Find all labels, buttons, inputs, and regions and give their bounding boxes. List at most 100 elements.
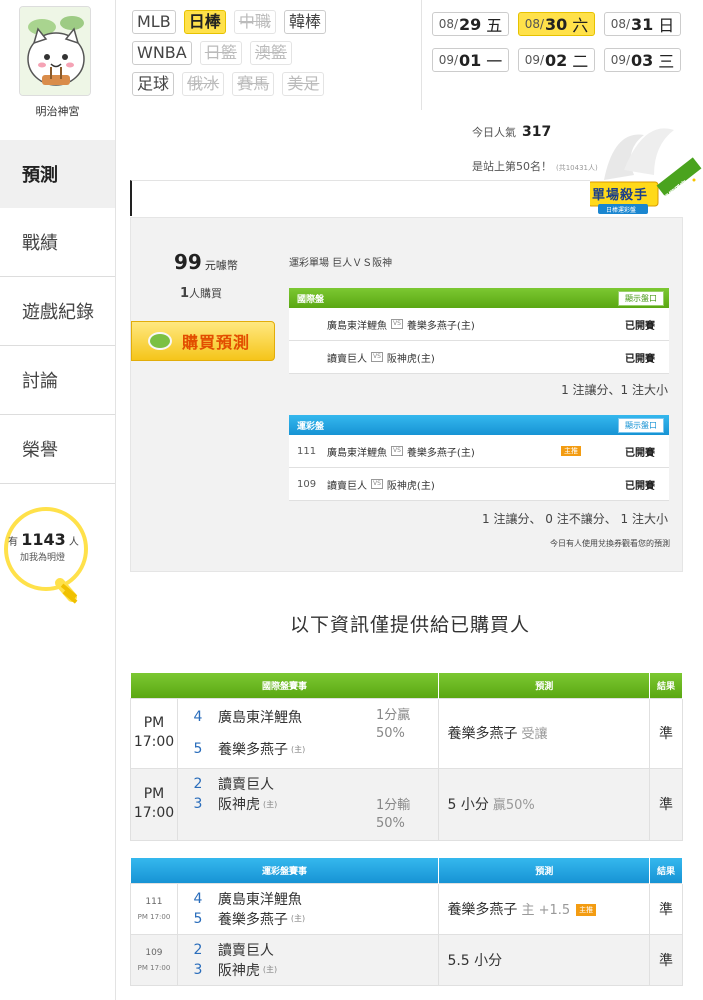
table-row: PM 17:00 4 廣島東洋鯉魚 5 養樂多燕子 (主) 1分贏 50% 養樂多燕子受… <box>130 697 683 769</box>
home-mark: (主) <box>262 965 278 974</box>
matchup: 2 讀賣巨人 3 阪神虎 (主) 1分輸 50% <box>176 767 440 841</box>
tab-kbo[interactable]: 韓棒 <box>284 10 327 34</box>
tab-horse-racing: 賽馬 <box>232 72 275 96</box>
lottery-header-label: 運彩盤 <box>297 421 325 432</box>
buyers-count: 1 <box>180 286 190 301</box>
prediction-pick: 5 小分 <box>447 797 489 813</box>
buy-prediction-button[interactable]: 購買預測 <box>131 321 275 361</box>
buyers-unit: 人購買 <box>189 287 223 300</box>
avatar[interactable] <box>19 6 91 96</box>
tab-soccer[interactable]: 足球 <box>132 72 175 96</box>
date-0830[interactable]: 08/30 六 <box>518 12 595 36</box>
tab-ru-hockey: 俄冰 <box>182 72 225 96</box>
voucher-note: 今日有人使用兌換券觀看您的預測 <box>550 539 670 548</box>
date-weekday: 一 <box>486 52 503 71</box>
date-md: 09/ <box>610 53 631 67</box>
popularity-label: 今日人氣 <box>472 126 516 139</box>
tab-wnba[interactable]: WNBA <box>132 41 192 65</box>
price: 99 元噱幣 <box>174 250 238 274</box>
date-0901[interactable]: 09/01 一 <box>432 48 509 72</box>
team-num: 5 <box>193 910 203 927</box>
rank-info: 是站上第50名！ (共10431人) <box>472 158 598 174</box>
featured-tag: 主推 <box>561 446 581 456</box>
prediction: 5 小分 贏50% <box>438 767 651 841</box>
badge-title: 單場殺手 <box>592 188 649 203</box>
tab-mlb[interactable]: MLB <box>132 10 176 34</box>
date-0902[interactable]: 09/02 二 <box>518 48 595 72</box>
nav-item-record[interactable]: 戰績 <box>0 208 115 277</box>
result: 準 <box>649 933 683 986</box>
date-weekday: 六 <box>572 16 589 35</box>
tab-npb[interactable]: 日棒 <box>183 10 226 34</box>
intl-header-label: 國際盤 <box>297 294 325 305</box>
tab-au-basketball: 澳籃 <box>249 41 292 65</box>
show-odds-button[interactable]: 顯示盤口 <box>618 417 664 433</box>
rank-text: 是站上第50名！ <box>472 160 552 173</box>
team-num: 2 <box>193 776 203 792</box>
away-team: 讀賣巨人 <box>327 353 367 365</box>
vs-icon: VS <box>391 446 403 456</box>
game-id-time: 111 PM 17:00 <box>130 882 178 935</box>
date-0903[interactable]: 09/03 三 <box>604 48 681 72</box>
lamp-widget[interactable]: 有 1143 人 加我為明燈 <box>0 505 115 615</box>
game-status: 已開賽 <box>625 353 655 365</box>
tab-jp-basketball: 日籃 <box>199 41 242 65</box>
vs-icon: VS <box>371 479 383 489</box>
badge-icon <box>587 128 702 214</box>
col-header-prediction: 預測 <box>438 858 651 883</box>
lamp-count: 1143 <box>21 530 66 549</box>
prediction-note: 贏50% <box>492 798 535 813</box>
prediction: 養樂多燕子 受讓 <box>438 697 651 769</box>
col-header-prediction: 預測 <box>438 673 651 698</box>
team-num: 2 <box>193 941 203 958</box>
prediction: 5.5 小分 <box>438 933 651 986</box>
team-num: 4 <box>193 709 203 725</box>
home-team: 阪神虎(主) <box>386 480 435 492</box>
user-name: 明治神宮 <box>35 105 80 118</box>
nav-item-predict[interactable]: 預測 <box>0 140 115 208</box>
table-header: 國際盤賽事 預測 結果 <box>130 673 683 698</box>
show-odds-button[interactable]: 顯示盤口 <box>618 290 664 306</box>
line-value: 1分輸 <box>375 797 411 813</box>
date-0829[interactable]: 08/29 五 <box>432 12 509 36</box>
team-num: 4 <box>193 890 203 907</box>
date-weekday: 三 <box>658 52 675 71</box>
date-day: 03 <box>631 50 654 70</box>
lottery-results-table: 運彩盤賽事 預測 結果 111 PM 17:00 4 廣島東洋鯉魚 5 養樂多燕子 (主… <box>130 858 683 986</box>
prediction-note: 受讓 <box>521 727 548 742</box>
featured-tag: 主推 <box>576 903 597 916</box>
game-time: PM 17:00 <box>130 767 178 841</box>
date-day: 02 <box>545 50 568 70</box>
prediction-note: 主 +1.5 <box>521 902 571 918</box>
date-0831[interactable]: 08/31 日 <box>604 12 681 36</box>
home-team: 養樂多燕子(主) <box>406 447 475 459</box>
away-team: 讀賣巨人 <box>327 480 367 492</box>
badge-sub: 日棒運彩盤 <box>606 207 637 214</box>
game-id-time: 109 PM 17:00 <box>130 933 178 986</box>
nav-item-honor[interactable]: 榮譽 <box>0 415 115 484</box>
nav-item-discuss[interactable]: 討論 <box>0 346 115 415</box>
lottery-odds-header: 運彩盤 顯示盤口 <box>289 415 669 435</box>
result: 準 <box>649 697 683 769</box>
killer-badge: 單場殺手 日棒運彩盤 長期穩定 <box>584 120 703 230</box>
tab-cpbl: 中職 <box>233 10 276 34</box>
vs-icon: VS <box>371 352 383 362</box>
prediction-pick: 5.5 小分 <box>447 952 503 969</box>
col-header-result: 結果 <box>649 858 683 883</box>
date-weekday: 日 <box>658 16 675 35</box>
line-pct: 50% <box>375 725 405 741</box>
matchup: 4 廣島東洋鯉魚 5 養樂多燕子 (主) <box>176 882 440 935</box>
team-name: 阪神虎 <box>217 962 260 979</box>
team-num: 3 <box>193 796 203 812</box>
date-md: 09/ <box>524 53 545 67</box>
sport-tabs: MLB 日棒 中職 韓棒 WNBA 日籃 澳籃 足球 俄冰 賽馬 美足 <box>132 10 329 96</box>
nav-item-game-log[interactable]: 遊戲紀錄 <box>0 277 115 346</box>
game-num: 109 <box>145 947 163 958</box>
price-unit: 元噱幣 <box>204 259 238 272</box>
col-header-result: 結果 <box>649 673 683 698</box>
result: 準 <box>649 767 683 841</box>
intl-summary: 1 注讓分、1 注大小 <box>561 383 668 397</box>
table-header: 運彩盤賽事 預測 結果 <box>130 858 683 883</box>
divider <box>421 0 422 110</box>
avatar-image <box>20 7 90 95</box>
